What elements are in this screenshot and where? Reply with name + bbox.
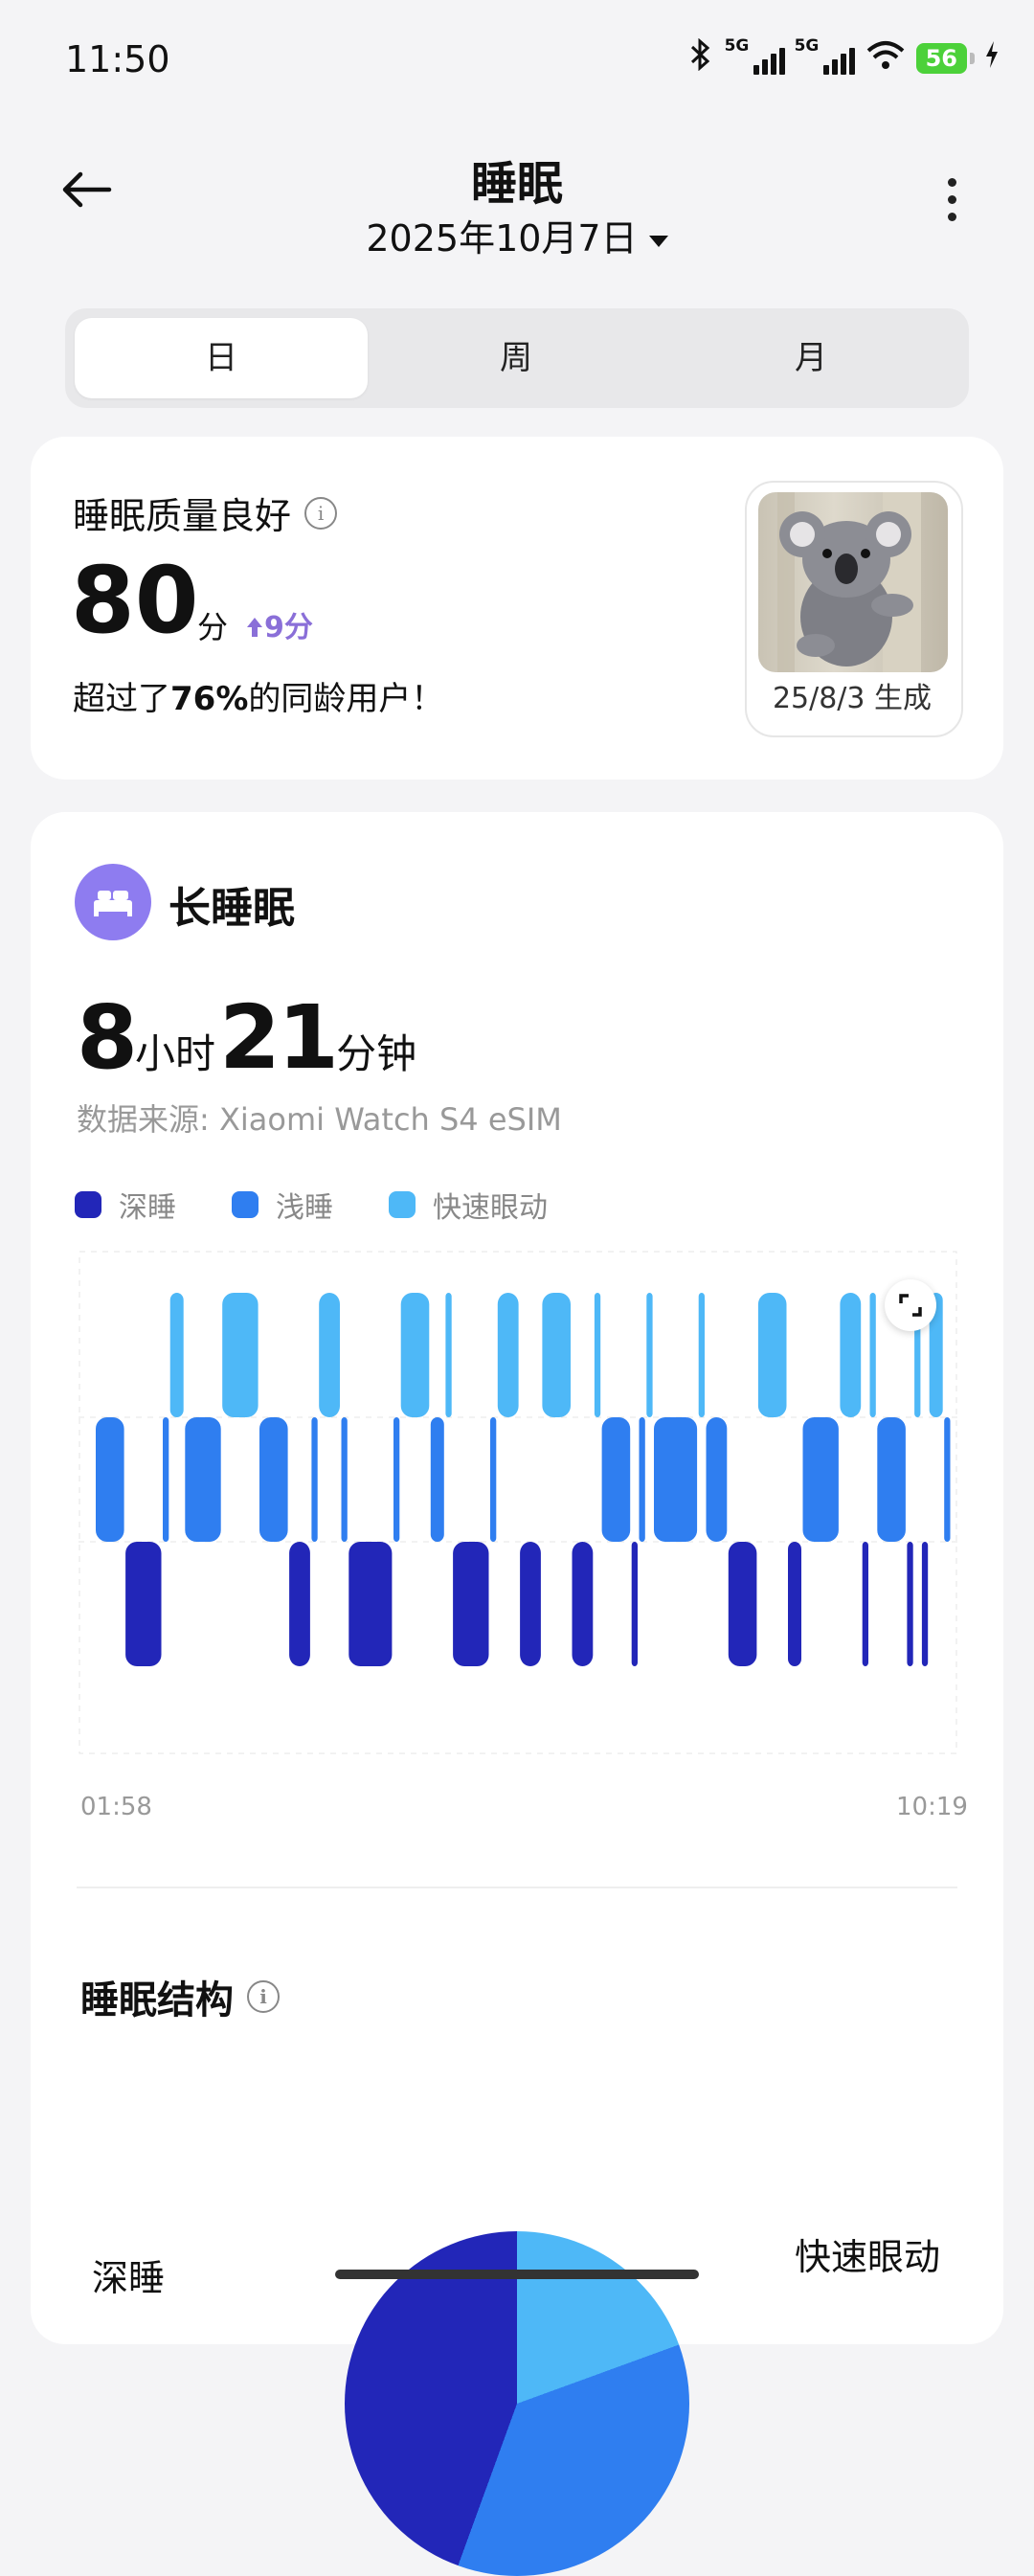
stage-segment-rem: [542, 1293, 571, 1417]
tab-week[interactable]: 周: [370, 318, 663, 398]
sleep-duration: 8 小时 21 分钟: [77, 986, 417, 1089]
bluetooth-icon: [686, 37, 715, 79]
stage-segment-rem: [169, 1293, 184, 1417]
quality-label: 睡眠质量良好 i: [73, 486, 338, 539]
sleep-stage-chart[interactable]: [79, 1251, 957, 1754]
stage-segment-light: [639, 1417, 645, 1542]
expand-button[interactable]: [885, 1279, 936, 1331]
stage-segment-rem: [594, 1293, 601, 1417]
info-icon[interactable]: i: [304, 496, 338, 530]
charging-icon: [984, 40, 1000, 77]
stage-segment-light: [430, 1417, 444, 1542]
chart-legend: 深睡 浅睡 快速眼动: [75, 1184, 548, 1226]
stage-segment-rem: [222, 1293, 258, 1417]
stage-segment-deep: [572, 1542, 594, 1666]
stage-segment-light: [259, 1417, 288, 1542]
stage-segment-rem: [698, 1293, 705, 1417]
stage-segment-deep: [348, 1542, 393, 1666]
stage-segment-deep: [631, 1542, 638, 1666]
stage-segment-light: [601, 1417, 631, 1542]
expand-icon: [899, 1294, 922, 1317]
donut-label-rem: 快速眼动: [795, 2236, 941, 2278]
status-time: 11:50: [65, 38, 170, 80]
structure-title: 睡眠结构 i: [80, 1969, 280, 2024]
stage-segment-light: [311, 1417, 318, 1542]
status-icons: 5G 5G 56: [686, 36, 1000, 79]
stage-segment-rem: [445, 1293, 452, 1417]
image-caption: 25/8/3 生成: [772, 682, 933, 715]
structure-donut: [345, 2231, 689, 2576]
koala-image: [758, 492, 948, 672]
stage-segment-rem: [319, 1293, 340, 1417]
stage-segment-light: [393, 1417, 400, 1542]
stage-segment-light: [802, 1417, 839, 1542]
stage-segment-light: [185, 1417, 221, 1542]
signal-icon-2: 5G: [795, 36, 855, 75]
stage-segment-rem: [646, 1293, 653, 1417]
home-indicator[interactable]: [335, 2270, 699, 2279]
wifi-icon: [865, 39, 907, 78]
stage-segment-deep: [907, 1542, 913, 1666]
date-label: 2025年10月7日: [366, 217, 638, 260]
section-title: 长睡眠: [169, 884, 295, 933]
date-picker[interactable]: 2025年10月7日: [0, 209, 1034, 261]
bed-icon: [75, 864, 151, 940]
more-menu-button[interactable]: [948, 178, 956, 221]
stage-segment-deep: [520, 1542, 541, 1666]
info-icon[interactable]: i: [247, 1980, 280, 2013]
stage-segment-light: [944, 1417, 951, 1542]
score-delta: 9分: [245, 603, 313, 645]
stage-segment-light: [163, 1417, 169, 1542]
battery-icon: 56: [915, 43, 976, 74]
signal-icon-1: 5G: [725, 36, 785, 75]
stage-segment-rem: [497, 1293, 519, 1417]
stage-segment-deep: [289, 1542, 310, 1666]
tab-month[interactable]: 月: [664, 318, 957, 398]
legend-dot: [389, 1191, 416, 1218]
legend-dot: [75, 1191, 101, 1218]
period-tabs: 日 周 月: [65, 308, 969, 408]
stage-segment-rem: [757, 1293, 787, 1417]
stage-segment-deep: [862, 1542, 868, 1666]
chart-end-time: 10:19: [896, 1793, 968, 1821]
chart-start-time: 01:58: [80, 1793, 152, 1821]
legend-rem: 快速眼动: [389, 1184, 548, 1226]
stage-segment-deep: [788, 1542, 801, 1666]
rank-text: 超过了76%的同龄用户！: [73, 680, 444, 718]
stage-segment-light: [654, 1417, 698, 1542]
stage-segment-deep: [921, 1542, 929, 1666]
caret-down-icon: [648, 235, 668, 247]
stage-segment-deep: [125, 1542, 162, 1666]
stage-segment-light: [877, 1417, 906, 1542]
arrow-up-icon: [247, 618, 262, 637]
stage-segment-light: [490, 1417, 497, 1542]
legend-deep: 深睡: [75, 1184, 176, 1226]
stage-segment-rem: [400, 1293, 430, 1417]
stage-segment-light: [96, 1417, 124, 1542]
score-unit: 分: [197, 609, 229, 645]
legend-light: 浅睡: [232, 1184, 333, 1226]
tab-day[interactable]: 日: [75, 318, 368, 398]
stage-segment-light: [341, 1417, 348, 1542]
stage-segment-light: [706, 1417, 728, 1542]
page-title: 睡眠: [470, 157, 563, 211]
data-source: 数据来源: Xiaomi Watch S4 eSIM: [77, 1101, 562, 1138]
stage-segment-deep: [728, 1542, 757, 1666]
stage-segment-deep: [453, 1542, 489, 1666]
sleep-score: 80: [71, 547, 199, 654]
stage-segment-rem: [869, 1293, 876, 1417]
donut-label-deep: 深睡: [92, 2257, 166, 2299]
divider: [77, 1887, 957, 1888]
stage-segment-rem: [840, 1293, 862, 1417]
legend-dot: [232, 1191, 258, 1218]
